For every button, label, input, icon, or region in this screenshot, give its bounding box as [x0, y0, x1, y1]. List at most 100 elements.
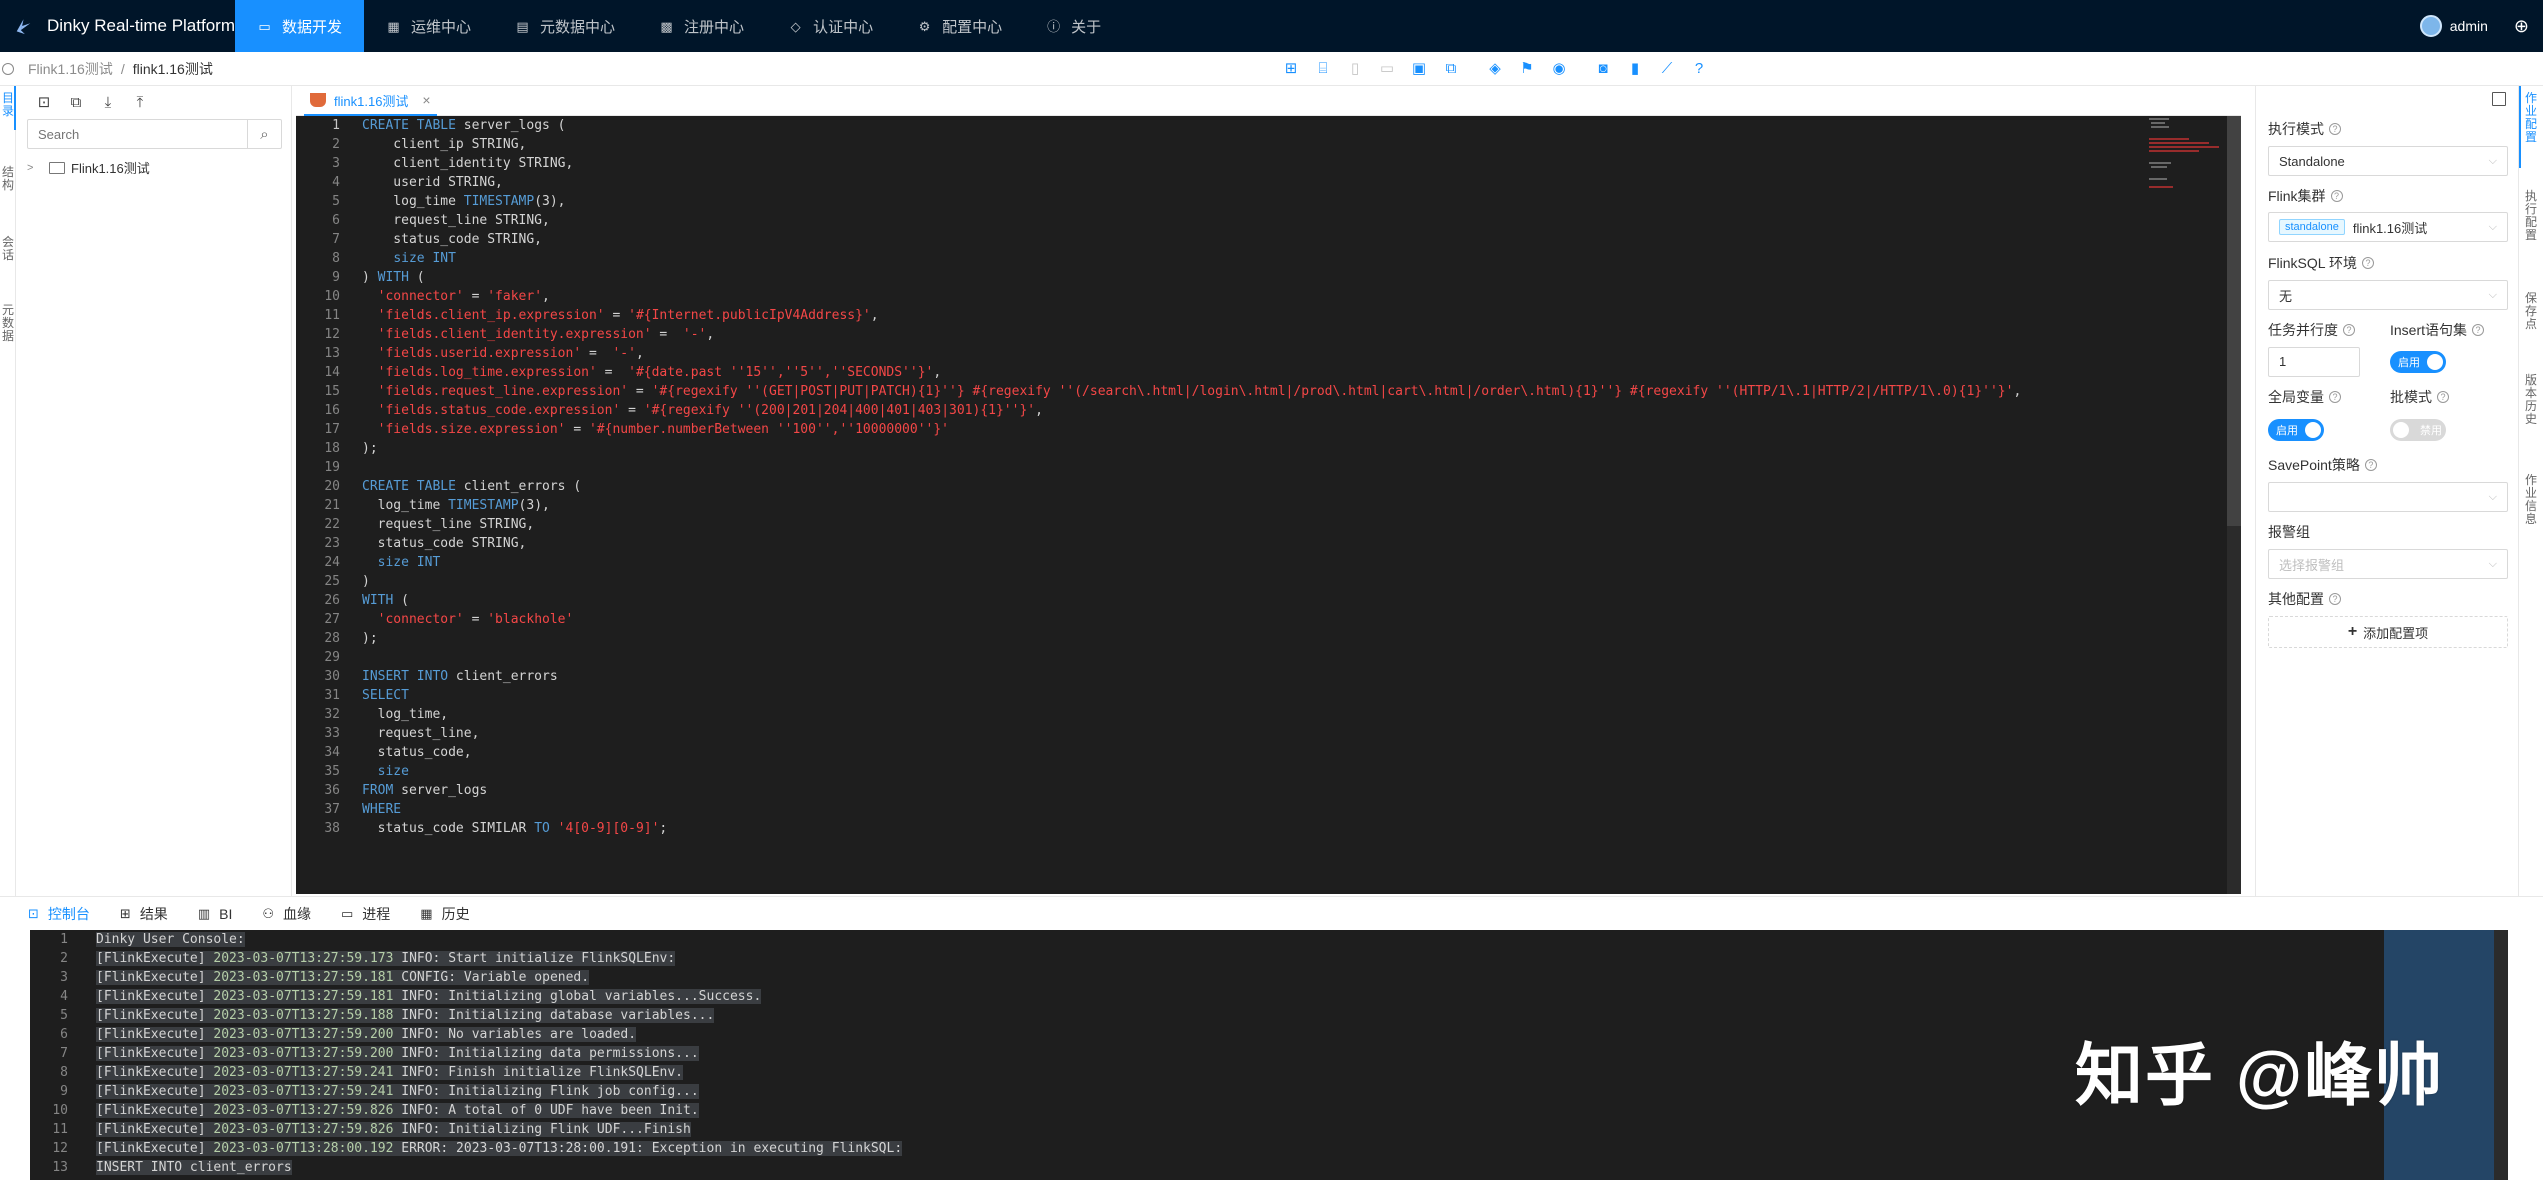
cluster-select[interactable]: standalone flink1.16测试 ⌵ — [2268, 212, 2508, 242]
code-line: 5 log_time TIMESTAMP(3), — [296, 192, 2226, 211]
code-line: 34 status_code, — [296, 743, 2226, 762]
help-icon[interactable]: ? — [1690, 60, 1708, 78]
bottom-tab-3[interactable]: ⚇ 血缘 — [262, 897, 311, 931]
bottom-tab-label: BI — [219, 905, 233, 922]
console-text: [FlinkExecute] 2023-03-07T13:27:59.181 C… — [96, 970, 590, 985]
console-line: 2 [FlinkExecute] 2023-03-07T13:27:59.173 … — [30, 949, 2508, 968]
run-icon[interactable]: ◉ — [1550, 60, 1568, 78]
console-scrollbar[interactable] — [2494, 930, 2508, 1180]
batch-mode-switch[interactable]: 禁用 — [2390, 419, 2446, 441]
terminal-icon[interactable]: ⌸ — [1314, 60, 1332, 78]
line-number: 23 — [324, 536, 340, 551]
folder-open-icon[interactable]: ▭ — [1378, 60, 1396, 78]
breadcrumb-root[interactable]: Flink1.16测试 — [28, 59, 113, 79]
exec-mode-select[interactable]: Standalone ⌵ — [2268, 146, 2508, 176]
right-tab-job-info[interactable]: 作业信息 — [2525, 474, 2537, 526]
line-number: 20 — [324, 479, 340, 494]
editor-scrollbar[interactable] — [2227, 116, 2241, 526]
nav-item-5[interactable]: ⚙ 配置中心 — [895, 0, 1024, 52]
code-text: log_time, — [362, 707, 449, 722]
line-number: 21 — [324, 498, 340, 513]
bottom-tab-2[interactable]: ▥ BI — [198, 897, 233, 931]
parallelism-input[interactable]: 1 — [2268, 347, 2360, 377]
line-number: 13 — [52, 1160, 68, 1175]
sql-editor[interactable]: 1 CREATE TABLE server_logs (2 client_ip S… — [296, 116, 2241, 894]
link-icon[interactable]: ⟋ — [1658, 60, 1676, 78]
camera-icon[interactable]: ◙ — [1594, 60, 1612, 78]
nav-item-label: 关于 — [1071, 18, 1102, 36]
left-tab-metadata[interactable]: 元数据 — [2, 304, 14, 343]
check-icon[interactable]: ◈ — [1486, 60, 1504, 78]
code-text: request_line, — [362, 726, 480, 741]
bottom-tab-0[interactable]: ⊡ 控制台 — [28, 897, 90, 931]
bottom-tab-4[interactable]: ▭ 进程 — [341, 897, 390, 931]
alert-group-select[interactable]: 选择报警组 ⌵ — [2268, 549, 2508, 579]
nav-item-1[interactable]: ▦ 运维中心 — [364, 0, 493, 52]
export-icon[interactable]: ⧉ — [1442, 60, 1460, 78]
code-line: 19 — [296, 458, 2226, 477]
savepoint-select[interactable]: ⌵ — [2268, 482, 2508, 512]
flag-icon[interactable]: ⚑ — [1518, 60, 1536, 78]
bottom-tab-5[interactable]: ▦ 历史 — [420, 897, 469, 931]
collapse-panel-icon[interactable] — [2492, 92, 2506, 106]
copy-icon[interactable]: ⧉ — [67, 94, 85, 112]
line-number: 2 — [60, 951, 68, 966]
search-icon[interactable]: ⌕ — [247, 120, 281, 148]
code-text: INSERT INTO client_errors — [362, 669, 558, 684]
right-tab-job-config[interactable]: 作业配置 — [2525, 92, 2537, 144]
right-tab-version-history[interactable]: 版本历史 — [2525, 374, 2537, 426]
insert-set-switch[interactable]: 启用 — [2390, 351, 2446, 373]
code-text: FROM server_logs — [362, 783, 488, 798]
env-select[interactable]: 无 ⌵ — [2268, 280, 2508, 310]
tree-node-label[interactable]: Flink1.16测试 — [71, 158, 150, 177]
console-line: 13 INSERT INTO client_errors — [30, 1158, 2508, 1177]
console-line: 3 [FlinkExecute] 2023-03-07T13:27:59.181 … — [30, 968, 2508, 987]
line-number: 30 — [324, 669, 340, 684]
avatar[interactable] — [2419, 15, 2442, 37]
nav-item-4[interactable]: ◇ 认证中心 — [766, 0, 895, 52]
nav-item-label: 数据开发 — [282, 18, 343, 36]
code-line: 7 status_code STRING, — [296, 230, 2226, 249]
nav-item-3[interactable]: ▩ 注册中心 — [637, 0, 766, 52]
left-tab-directory[interactable]: 目录 — [2, 92, 14, 118]
console-text: [FlinkExecute] 2023-03-07T13:27:59.200 I… — [96, 1046, 699, 1061]
nav-item-6[interactable]: ⓘ 关于 — [1024, 0, 1123, 52]
bottom-tab-label: 结果 — [139, 905, 168, 922]
code-text: 'fields.log_time.expression' = '#{date.p… — [377, 365, 942, 380]
language-icon[interactable]: ⊕ — [2514, 16, 2529, 37]
line-number: 24 — [324, 555, 340, 570]
close-icon[interactable]: × — [422, 92, 430, 108]
file-icon[interactable]: ▯ — [1346, 60, 1364, 78]
editor-minimap[interactable] — [2147, 116, 2227, 196]
new-folder-icon[interactable]: ⊡ — [35, 94, 53, 112]
editor-tab[interactable]: flink1.16测试 × — [304, 86, 437, 116]
search-input[interactable] — [28, 120, 247, 148]
right-tab-savepoint[interactable]: 保存点 — [2525, 292, 2537, 331]
structure-icon[interactable]: ⊞ — [1282, 60, 1300, 78]
bottom-tab-1[interactable]: ⊞ 结果 — [120, 897, 168, 931]
left-tab-session[interactable]: 会话 — [2, 236, 14, 262]
location-icon — [2, 63, 14, 75]
brand[interactable]: Dinky Real-time Platform — [0, 0, 235, 52]
nav-item-0[interactable]: ▭ 数据开发 — [235, 0, 365, 52]
username[interactable]: admin — [2450, 18, 2488, 34]
code-text: status_code STRING, — [362, 536, 527, 551]
line-number: 11 — [52, 1122, 68, 1137]
global-var-switch[interactable]: 启用 — [2268, 419, 2324, 441]
left-tab-structure[interactable]: 结构 — [2, 166, 14, 192]
code-line: 31 SELECT — [296, 686, 2226, 705]
code-text: 'fields.size.expression' = '#{number.num… — [377, 422, 950, 437]
right-tab-exec-config[interactable]: 执行配置 — [2525, 190, 2537, 242]
dinky-logo-icon — [16, 19, 31, 35]
delete-icon[interactable]: ▮ — [1626, 60, 1644, 78]
download-icon[interactable]: ⤓ — [99, 94, 117, 112]
save-icon[interactable]: ▣ — [1410, 60, 1428, 78]
line-number: 11 — [324, 308, 340, 323]
upload-icon[interactable]: ⤒ — [131, 94, 149, 112]
add-config-button[interactable]: + 添加配置项 — [2268, 616, 2508, 648]
nav-item-2[interactable]: ▤ 元数据中心 — [493, 0, 637, 52]
code-text: status_code, — [362, 745, 472, 760]
code-line: 17 'fields.size.expression' = '#{number.… — [296, 420, 2226, 439]
lineage-icon: ⚇ — [262, 905, 274, 921]
expand-icon[interactable]: > — [27, 162, 41, 174]
